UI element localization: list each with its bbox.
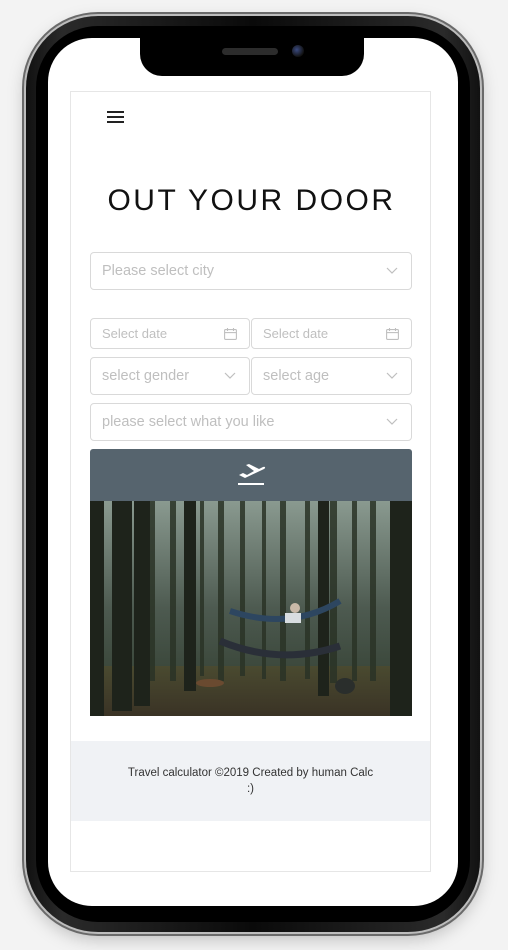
gender-select[interactable]: select gender <box>90 357 250 395</box>
age-select[interactable]: select age <box>251 357 412 395</box>
gender-select-placeholder: select gender <box>102 368 190 384</box>
interest-select-placeholder: please select what you like <box>102 414 275 430</box>
app-container: OUT YOUR DOOR Please select city Select … <box>70 91 431 872</box>
chevron-down-icon <box>379 267 405 275</box>
interest-select[interactable]: please select what you like <box>90 403 412 441</box>
footer-text: Travel calculator ©2019 Created by human… <box>111 765 391 797</box>
chevron-down-icon <box>379 418 405 426</box>
city-select-placeholder: Please select city <box>102 263 215 279</box>
airplane-takeoff-icon <box>238 464 266 485</box>
end-date-picker[interactable]: Select date <box>251 318 412 349</box>
phone-notch <box>140 38 364 76</box>
page-footer: Travel calculator ©2019 Created by human… <box>71 741 430 821</box>
start-date-picker[interactable]: Select date <box>90 318 250 349</box>
chevron-down-icon <box>217 372 243 380</box>
chevron-down-icon <box>379 372 405 380</box>
phone-power-button <box>480 226 484 330</box>
page-title: OUT YOUR DOOR <box>107 184 396 217</box>
search-trip-button[interactable] <box>90 449 412 501</box>
front-camera <box>292 45 304 57</box>
footer-credit: Travel calculator ©2019 Created by human… <box>127 767 374 779</box>
forest-hammock-photo <box>90 501 412 716</box>
age-select-placeholder: select age <box>263 368 330 384</box>
hamburger-menu-icon[interactable] <box>107 111 127 127</box>
calendar-icon <box>217 327 243 340</box>
calendar-icon <box>379 327 405 340</box>
start-date-placeholder: Select date <box>102 326 168 341</box>
footer-smiley: :) <box>246 783 255 795</box>
end-date-placeholder: Select date <box>263 326 329 341</box>
device-stage: OUT YOUR DOOR Please select city Select … <box>0 0 508 950</box>
city-select[interactable]: Please select city <box>90 252 412 290</box>
phone-speaker <box>222 48 278 55</box>
forest-scene-illustration <box>90 501 412 716</box>
